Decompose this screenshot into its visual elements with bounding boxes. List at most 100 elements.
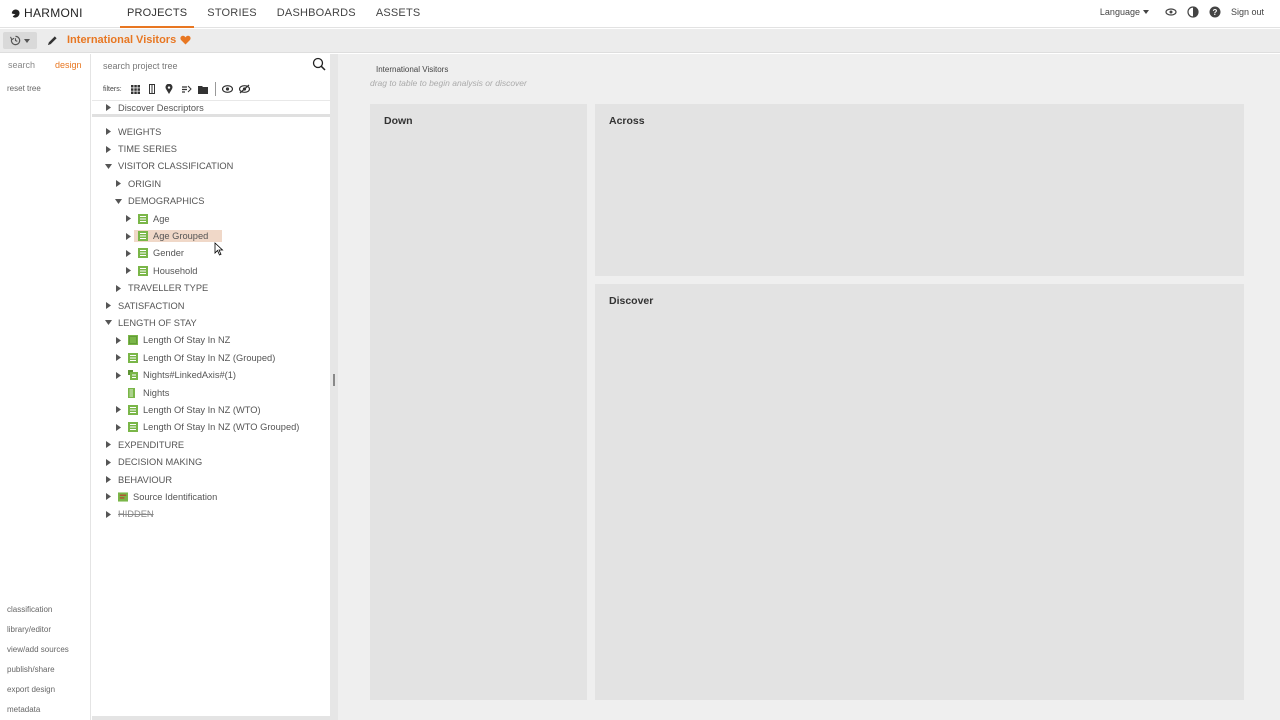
tree-horizontal-scrollbar[interactable] — [92, 716, 330, 720]
discover-drop-zone[interactable]: Discover — [595, 284, 1244, 700]
search-icon[interactable] — [312, 57, 326, 71]
tree-node[interactable]: Length Of Stay In NZ (WTO) — [92, 401, 330, 418]
caret-right-icon[interactable] — [123, 248, 133, 258]
tree-node[interactable]: TRAVELLER TYPE — [92, 280, 330, 297]
signout-link[interactable]: Sign out — [1231, 7, 1264, 17]
top-navbar: HARMONI PROJECTS STORIES DASHBOARDS ASSETS … — [0, 0, 1280, 28]
help-icon[interactable]: ? — [1209, 6, 1221, 18]
tab-search[interactable]: search — [8, 60, 35, 70]
analysis-canvas: International Visitors drag to table to … — [338, 54, 1280, 720]
grid-filter-icon[interactable] — [130, 84, 141, 95]
caret-right-icon[interactable] — [103, 103, 113, 113]
language-dropdown[interactable]: Language — [1100, 7, 1149, 17]
caret-right-icon[interactable] — [103, 492, 113, 502]
caret-right-icon[interactable] — [113, 179, 123, 189]
tree-node-label: Length Of Stay In NZ (Grouped) — [143, 352, 276, 363]
tree-node[interactable]: Nights#LinkedAxis#(1) — [92, 366, 330, 383]
tree-node[interactable]: Age Grouped — [92, 227, 330, 244]
splitter-handle[interactable] — [333, 374, 335, 386]
tree-search-input[interactable] — [103, 58, 303, 73]
nav-stories[interactable]: STORIES — [200, 0, 264, 28]
across-label: Across — [609, 115, 645, 127]
caret-right-icon[interactable] — [123, 266, 133, 276]
filters-label: filters: — [103, 85, 122, 93]
nav-dashboards[interactable]: DASHBOARDS — [270, 0, 363, 28]
rail-link-library-editor[interactable]: library/editor — [7, 625, 69, 645]
reset-tree-link[interactable]: reset tree — [7, 84, 41, 93]
caret-right-icon[interactable] — [103, 144, 113, 154]
tree-node-label: Length Of Stay In NZ (WTO Grouped) — [143, 422, 300, 433]
tree-node-label: Source Identification — [133, 491, 218, 502]
caret-right-icon[interactable] — [113, 283, 123, 293]
panel-splitter[interactable] — [330, 54, 338, 720]
tree-node[interactable]: Source Identification — [92, 488, 330, 505]
tree-node[interactable]: Length Of Stay In NZ (WTO Grouped) — [92, 419, 330, 436]
app-logo[interactable]: HARMONI — [10, 6, 83, 20]
caret-right-icon[interactable] — [103, 301, 113, 311]
tree-node[interactable]: Age — [92, 210, 330, 227]
nav-projects[interactable]: PROJECTS — [120, 0, 195, 28]
tree-node[interactable]: ORIGIN — [92, 175, 330, 192]
tree-node-label: Household — [153, 265, 198, 276]
caret-right-icon[interactable] — [123, 231, 133, 241]
caret-down-icon[interactable] — [103, 161, 113, 171]
hide-eye-icon[interactable] — [238, 84, 250, 95]
caret-right-icon[interactable] — [113, 422, 123, 432]
eye-icon[interactable] — [1165, 6, 1177, 18]
tree-node[interactable]: Household — [92, 262, 330, 279]
caret-right-icon[interactable] — [103, 457, 113, 467]
list-variable-icon — [138, 231, 148, 242]
caret-right-icon[interactable] — [123, 214, 133, 224]
caret-right-icon[interactable] — [103, 440, 113, 450]
tree-node-label: Length Of Stay In NZ — [143, 335, 231, 346]
tab-design[interactable]: design — [55, 60, 82, 70]
tree-node[interactable]: TIME SERIES — [92, 140, 330, 157]
rail-link-metadata[interactable]: metadata — [7, 705, 69, 720]
tree-node[interactable]: BEHAVIOUR — [92, 471, 330, 488]
across-drop-zone[interactable]: Across — [595, 104, 1244, 276]
tree-node[interactable]: Nights — [92, 384, 330, 401]
caret-right-icon[interactable] — [103, 475, 113, 485]
folder-filter-icon[interactable] — [198, 84, 209, 95]
contrast-icon[interactable] — [1187, 6, 1199, 18]
show-eye-icon[interactable] — [221, 84, 233, 95]
tree-node[interactable]: HIDDEN — [92, 506, 330, 523]
caret-down-icon[interactable] — [103, 318, 113, 328]
down-drop-zone[interactable]: Down — [370, 104, 587, 700]
tree-node[interactable]: Length Of Stay In NZ — [92, 332, 330, 349]
rail-link-classification[interactable]: classification — [7, 605, 69, 625]
edit-button[interactable] — [44, 32, 61, 49]
discover-descriptors-row[interactable]: Discover Descriptors — [92, 100, 330, 118]
tree-search-row — [92, 54, 330, 76]
nav-assets[interactable]: ASSETS — [369, 0, 428, 28]
caret-down-icon[interactable] — [113, 196, 123, 206]
tree-node[interactable]: DEMOGRAPHICS — [92, 193, 330, 210]
caret-right-icon[interactable] — [113, 353, 123, 363]
tree-node[interactable]: EXPENDITURE — [92, 436, 330, 453]
rail-link-view-add-sources[interactable]: view/add sources — [7, 645, 69, 665]
tree-node-label: WEIGHTS — [118, 126, 162, 137]
caret-right-icon[interactable] — [113, 370, 123, 380]
map-pin-filter-icon[interactable] — [164, 84, 175, 95]
rail-link-publish-share[interactable]: publish/share — [7, 665, 69, 685]
rail-link-export-design[interactable]: export design — [7, 685, 69, 705]
caret-right-icon[interactable] — [103, 509, 113, 519]
caret-right-icon[interactable] — [113, 335, 123, 345]
filter-divider — [214, 82, 216, 96]
tree-node[interactable]: DECISION MAKING — [92, 453, 330, 470]
list-variable-icon — [138, 265, 148, 276]
tree-node-label: BEHAVIOUR — [118, 474, 173, 485]
tree-node[interactable]: VISITOR CLASSIFICATION — [92, 158, 330, 175]
tree-node[interactable]: Length Of Stay In NZ (Grouped) — [92, 349, 330, 366]
numeric-filter-icon[interactable] — [147, 84, 158, 95]
history-button[interactable] — [3, 32, 37, 49]
tree-node[interactable]: LENGTH OF STAY — [92, 314, 330, 331]
tree-node[interactable]: Gender — [92, 245, 330, 262]
linked-axis-filter-icon[interactable] — [181, 84, 192, 95]
caret-right-icon[interactable] — [113, 405, 123, 415]
heart-icon[interactable] — [180, 35, 191, 45]
canvas-title: International Visitors — [376, 65, 449, 74]
tree-node[interactable]: SATISFACTION — [92, 297, 330, 314]
tree-node[interactable]: WEIGHTS — [92, 123, 330, 140]
caret-right-icon[interactable] — [103, 127, 113, 137]
